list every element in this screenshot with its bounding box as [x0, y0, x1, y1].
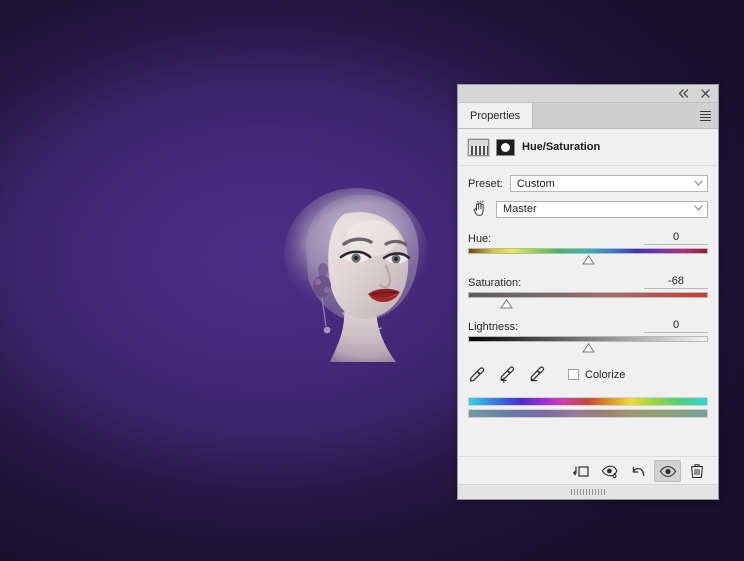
tab-properties-label: Properties [470, 109, 521, 122]
adjustment-header: Hue/Saturation [458, 129, 718, 166]
hue-track[interactable] [468, 248, 708, 254]
panel-tab-bar: Properties [458, 103, 718, 129]
lightness-slider-block: Lightness: 0 [468, 319, 708, 354]
lightness-track-wrap[interactable] [468, 336, 708, 354]
adjustment-thumbnail-bars [469, 145, 488, 155]
preset-label: Preset: [468, 177, 503, 190]
tab-properties[interactable]: Properties [458, 103, 534, 128]
channel-select[interactable]: Master [496, 200, 708, 218]
adjustment-layer-thumbnail[interactable] [467, 137, 490, 157]
channel-value: Master [503, 203, 537, 215]
slider-group: Hue: 0 Saturation: -68 Lightness: 0 [468, 231, 708, 354]
hue-track-wrap[interactable] [468, 248, 708, 266]
colorize-checkbox-row[interactable]: Colorize [568, 369, 625, 381]
chevron-down-icon [694, 179, 703, 188]
lightness-value-field[interactable]: 0 [644, 319, 708, 333]
saturation-slider-head: Saturation: -68 [468, 275, 708, 289]
preset-value: Custom [516, 177, 555, 190]
eyedropper-subtract-icon[interactable] [528, 366, 545, 383]
panel-menu-icon[interactable] [692, 103, 718, 128]
panel-resize-bar[interactable] [458, 484, 718, 499]
saturation-slider-block: Saturation: -68 [468, 275, 708, 310]
layer-mask-thumbnail[interactable] [496, 138, 515, 156]
lightness-track[interactable] [468, 336, 708, 342]
hue-label: Hue: [468, 233, 492, 245]
colorize-label: Colorize [585, 368, 626, 381]
screen: Properties Hue/Saturation Preset: Custom… [0, 0, 744, 561]
on-image-adjustment-icon[interactable] [468, 199, 490, 219]
eyedropper-add-icon[interactable] [498, 366, 515, 383]
chevron-down-icon [694, 205, 703, 213]
lightness-slider-head: Lightness: 0 [468, 319, 708, 333]
hue-value-field[interactable]: 0 [644, 231, 708, 245]
properties-panel: Properties Hue/Saturation Preset: Custom… [458, 85, 718, 499]
reset-button[interactable] [625, 460, 652, 482]
delete-button[interactable] [683, 460, 710, 482]
hamburger-icon [699, 109, 711, 123]
preset-row: Preset: Custom [468, 175, 708, 192]
hue-slider-block: Hue: 0 [468, 231, 708, 266]
clip-to-layer-button[interactable] [567, 460, 594, 482]
panel-body: Hue/Saturation Preset: Custom Master Hue… [458, 129, 718, 418]
channel-row: Master [468, 199, 708, 219]
colorize-checkbox[interactable] [568, 369, 579, 380]
toggle-visibility-button[interactable] [654, 460, 681, 482]
preset-select[interactable]: Custom [509, 175, 708, 192]
resize-grip-icon[interactable] [571, 489, 605, 495]
panel-titlebar[interactable] [458, 85, 718, 103]
saturation-track-wrap[interactable] [468, 292, 708, 310]
eyedropper-icon[interactable] [468, 366, 485, 383]
adjustment-title: Hue/Saturation [522, 141, 601, 153]
hue-slider-head: Hue: 0 [468, 231, 708, 245]
mask-shape-icon [501, 142, 510, 152]
saturation-track[interactable] [468, 292, 708, 298]
saturation-label: Saturation: [468, 277, 522, 289]
close-icon[interactable] [699, 87, 712, 100]
saturation-slider-thumb[interactable] [499, 299, 513, 309]
sampling-tools-row: Colorize [468, 366, 708, 383]
result-color-range-bar[interactable] [468, 409, 708, 418]
portrait-image [272, 186, 458, 374]
view-previous-state-button[interactable] [596, 460, 623, 482]
color-range-bars [468, 397, 708, 418]
collapse-icon[interactable] [677, 87, 690, 100]
adjusted-color-range-bar[interactable] [468, 397, 708, 406]
saturation-value-field[interactable]: -68 [644, 275, 708, 289]
tab-bar-filler [533, 103, 692, 128]
lightness-label: Lightness: [468, 321, 519, 333]
hue-slider-thumb[interactable] [581, 255, 595, 265]
panel-footer-toolbar [458, 456, 718, 485]
portrait-photo[interactable] [272, 186, 458, 374]
lightness-slider-thumb[interactable] [581, 343, 595, 353]
